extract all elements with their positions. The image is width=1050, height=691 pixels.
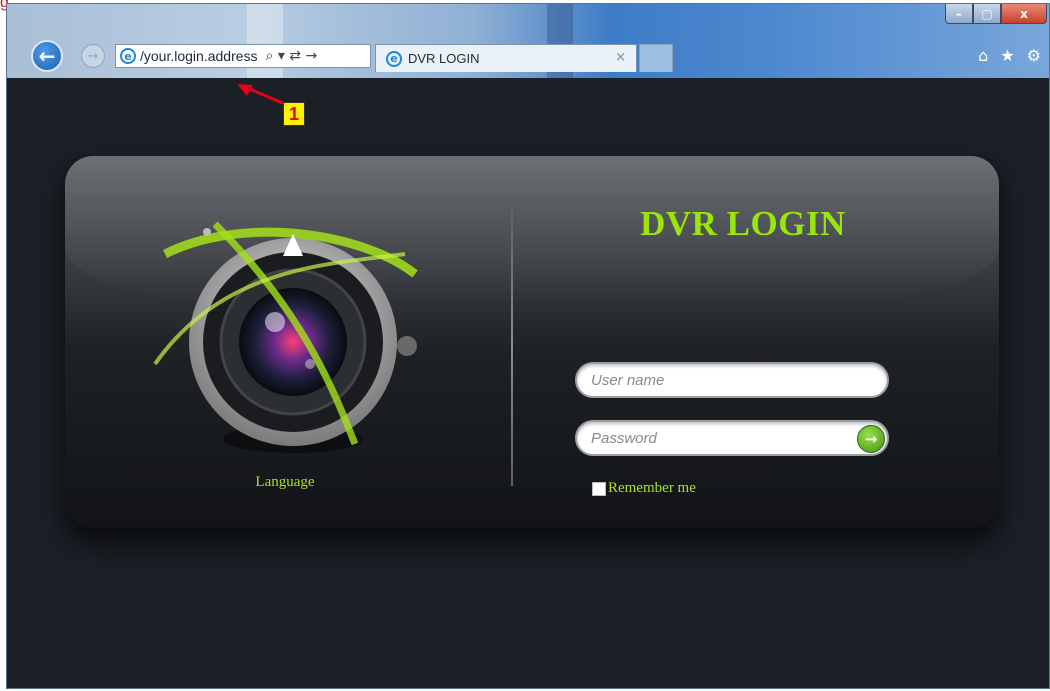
forward-arrow-icon[interactable]: → <box>81 44 105 68</box>
remember-me-label: Remember me <box>608 480 696 496</box>
browser-window: – ▢ x ← → e /your.login.address ⌕ ▾ ⇄ → … <box>6 3 1050 689</box>
screenshot: g – ▢ x ← → e /your.login.address ⌕ ▾ ⇄ … <box>0 0 1050 691</box>
back-arrow-icon[interactable]: ← <box>31 40 63 72</box>
username-input[interactable]: User name <box>575 362 889 398</box>
browser-titlebar: – ▢ x ← → e /your.login.address ⌕ ▾ ⇄ → … <box>7 4 1049 78</box>
password-placeholder: Password <box>591 429 657 447</box>
tab-ie-logo-icon: e <box>386 50 402 67</box>
new-tab-button[interactable] <box>639 44 673 72</box>
address-text[interactable]: /your.login.address <box>140 48 258 64</box>
address-bar[interactable]: e /your.login.address ⌕ ▾ ⇄ → <box>115 44 371 68</box>
settings-gear-icon[interactable]: ⚙ <box>1027 46 1041 65</box>
password-input[interactable]: Password → <box>575 420 889 456</box>
maximize-button[interactable]: ▢ <box>973 4 1001 24</box>
language-link[interactable]: Language <box>215 474 355 491</box>
minimize-button[interactable]: – <box>945 4 973 24</box>
favorites-star-icon[interactable]: ★ <box>1000 46 1014 65</box>
annotation-badge: 1 <box>283 102 305 126</box>
camera-lens-icon <box>153 221 418 453</box>
remember-me[interactable]: Remember me <box>592 480 696 497</box>
panel-divider <box>511 208 513 486</box>
remember-me-checkbox[interactable] <box>592 481 606 496</box>
login-panel: Language DVR LOGIN User name Password → … <box>65 156 999 528</box>
browser-toolbar-right: ⌂ ★ ⚙ <box>978 46 1041 65</box>
login-title: DVR LOGIN <box>640 204 846 243</box>
tab-close-icon[interactable]: × <box>615 50 626 65</box>
tab-dvr-login[interactable]: e DVR LOGIN × <box>375 44 637 72</box>
username-placeholder: User name <box>591 371 665 389</box>
tab-title: DVR LOGIN <box>408 51 480 66</box>
ie-logo-icon: e <box>120 48 136 64</box>
home-icon[interactable]: ⌂ <box>978 46 988 65</box>
close-window-button[interactable]: x <box>1001 4 1047 24</box>
search-icon[interactable]: ⌕ ▾ ⇄ → <box>266 48 318 64</box>
login-submit-button[interactable]: → <box>857 425 885 453</box>
window-controls: – ▢ x <box>945 4 1047 24</box>
